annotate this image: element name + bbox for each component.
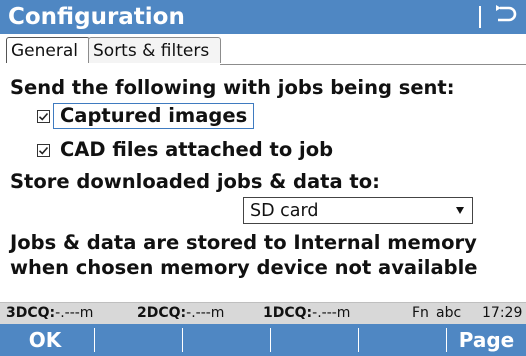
window-title: Configuration — [8, 4, 185, 30]
tab-strip: General Sorts & filters — [0, 34, 526, 66]
captured-images-label[interactable]: Captured images — [60, 104, 247, 127]
softkey-2[interactable] — [95, 324, 181, 356]
storage-select[interactable]: SD card — [243, 197, 473, 224]
note-line-2: when chosen memory device not available — [10, 256, 478, 279]
ok-softkey[interactable]: OK — [0, 324, 90, 356]
tab-underline — [220, 64, 526, 65]
captured-images-checkbox[interactable] — [37, 110, 50, 123]
store-heading: Store downloaded jobs & data to: — [10, 170, 380, 193]
note-line-1: Jobs & data are stored to Internal memor… — [10, 231, 477, 254]
status-2dcq: 2DCQ:-.---m — [137, 305, 225, 321]
status-bar: 3DCQ:-.---m 2DCQ:-.---m 1DCQ:-.---m Fn a… — [0, 302, 526, 324]
softkey-bar: OK Page — [0, 324, 526, 356]
status-input-mode: abc — [436, 305, 462, 321]
dropdown-arrow-icon — [456, 207, 464, 214]
status-3dcq: 3DCQ:-.---m — [6, 305, 94, 321]
softkey-3[interactable] — [183, 324, 269, 356]
back-return-icon[interactable] — [492, 3, 518, 29]
softkey-5[interactable] — [359, 324, 445, 356]
status-time: 17:29 — [482, 305, 523, 321]
title-separator — [479, 6, 481, 28]
send-heading: Send the following with jobs being sent: — [10, 76, 455, 99]
status-1dcq: 1DCQ:-.---m — [263, 305, 351, 321]
tab-general[interactable]: General — [6, 37, 90, 63]
cad-files-label[interactable]: CAD files attached to job — [60, 138, 333, 161]
softkey-4[interactable] — [271, 324, 357, 356]
page-softkey[interactable]: Page — [447, 324, 526, 356]
storage-select-value: SD card — [250, 201, 319, 221]
cad-files-checkbox[interactable] — [37, 144, 50, 157]
status-fn: Fn — [412, 305, 429, 321]
title-bar: Configuration — [0, 0, 526, 34]
tab-sorts-filters[interactable]: Sorts & filters — [88, 37, 221, 63]
